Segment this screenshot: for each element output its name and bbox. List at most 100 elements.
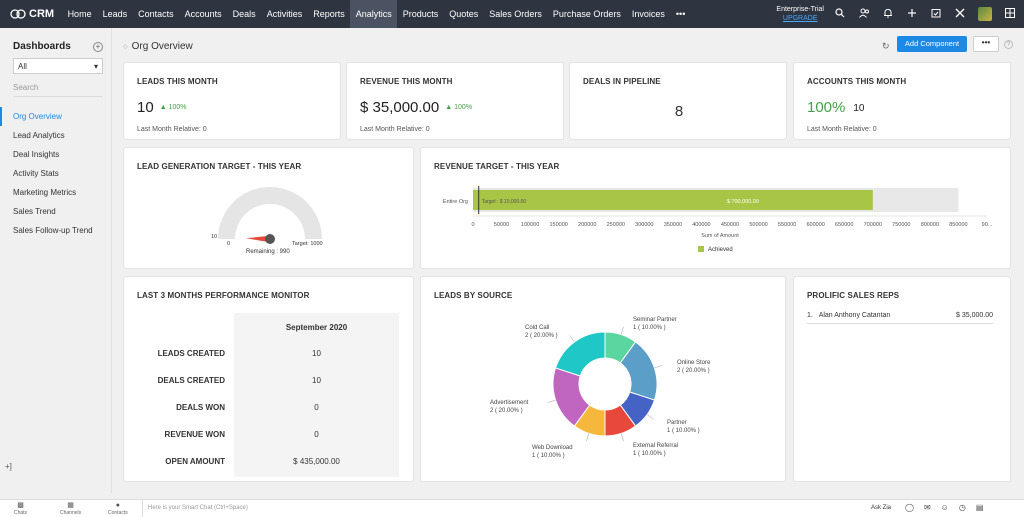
category-label: Entire Org — [443, 199, 468, 205]
contact-icon: ● — [115, 502, 120, 509]
slice-label: Online Store 2 ( 20.00% ) — [677, 359, 710, 375]
add-dashboard-icon[interactable]: + — [93, 41, 103, 52]
trend-up-icon: ▲ — [159, 104, 167, 111]
dashboard-list: Org Overview Lead Analytics Deal Insights A… — [0, 107, 111, 240]
nav-item-contacts[interactable]: Contacts — [133, 0, 180, 28]
trial-badge[interactable]: Enterprise-Trial UPGRADE — [776, 5, 824, 23]
nav-item-reports[interactable]: Reports — [308, 0, 351, 28]
bell-icon[interactable] — [882, 8, 894, 21]
sidebar-item-org-overview[interactable]: Org Overview — [0, 107, 111, 126]
x-tick-label: 150000 — [549, 222, 567, 228]
slice-leader-line — [620, 433, 624, 442]
calendar-check-icon[interactable] — [930, 8, 942, 21]
dashboard-filter-select[interactable]: All ▾ — [13, 58, 103, 74]
nav-item-activities[interactable]: Activities — [261, 0, 308, 28]
rep-name: Alan Anthony Catantan — [818, 312, 891, 319]
nav-item-deals[interactable]: Deals — [227, 0, 261, 28]
lead-gauge: 10 0 Target: 1000 Remaining : 990 — [211, 187, 323, 255]
add-component-button[interactable]: Add Component — [897, 36, 967, 52]
apps-grid-icon[interactable] — [1004, 7, 1016, 21]
nav-item-analytics[interactable]: Analytics — [350, 0, 398, 28]
performance-monitor-card[interactable]: LAST 3 MONTHS PERFORMANCE MONITOR Septem… — [123, 276, 414, 482]
nav-item-products[interactable]: Products — [397, 0, 444, 28]
crm-logo-icon — [10, 9, 26, 19]
chevron-down-icon: ▾ — [93, 62, 98, 71]
dashboard-filter-value: All — [18, 62, 27, 71]
kpi-value: 10 — [137, 99, 154, 116]
nav-item-more[interactable]: ••• — [670, 0, 690, 28]
x-tick-label: 90... — [982, 222, 993, 228]
mail-icon[interactable]: ✉ — [924, 503, 931, 512]
sidebar-item-deal-insights[interactable]: Deal Insights — [0, 145, 111, 164]
contacts-button[interactable]: ● Contacts — [108, 502, 128, 516]
kpi-relative: Last Month Relative: 0 — [137, 126, 207, 133]
gamepad-icon[interactable]: ◯ — [905, 503, 914, 512]
search-icon[interactable] — [834, 7, 846, 21]
nav-item-sales-orders[interactable]: Sales Orders — [484, 0, 548, 28]
slice-label: Advertisement 2 ( 20.00% ) — [490, 399, 528, 415]
nav-item-invoices[interactable]: Invoices — [626, 0, 670, 28]
x-tick-label: 700000 — [864, 222, 882, 228]
metric-label: DEALS CREATED — [157, 376, 225, 385]
expand-sidebar-icon[interactable]: +] — [5, 462, 12, 471]
sidebar-item-sales-trend[interactable]: Sales Trend — [0, 202, 111, 221]
metric-label: OPEN AMOUNT — [165, 457, 225, 466]
kpi-card-accounts[interactable]: ACCOUNTS THIS MONTH 100% 10 Last Month Re… — [793, 62, 1011, 140]
slice-label: Seminar Partner 1 ( 10.00% ) — [633, 316, 677, 332]
nav-item-home[interactable]: Home — [62, 0, 97, 28]
x-tick-label: 500000 — [749, 222, 767, 228]
rep-row[interactable]: 1. Alan Anthony Catantan $ 35,000.00 — [807, 312, 993, 324]
notes-icon[interactable]: ▤ — [976, 503, 984, 512]
people-icon[interactable] — [858, 8, 870, 21]
nav-item-leads[interactable]: Leads — [97, 0, 133, 28]
ask-zia-button[interactable]: Ask Zia — [871, 505, 891, 511]
user-avatar[interactable] — [978, 7, 992, 21]
sales-reps-card[interactable]: PROLIFIC SALES REPS 1. Alan Anthony Cata… — [793, 276, 1011, 482]
slice-name: Advertisement — [490, 400, 529, 406]
revenue-target-card[interactable]: REVENUE TARGET - THIS YEAR Entire Org Tar… — [420, 147, 1011, 269]
help-icon[interactable]: ? — [1004, 40, 1013, 49]
kpi-card-deals[interactable]: DEALS IN PIPELINE 8 — [569, 62, 787, 140]
kpi-card-revenue[interactable]: REVENUE THIS MONTH $ 35,000.00 ▲ 100% Las… — [346, 62, 564, 140]
chats-label: Chats — [14, 510, 28, 516]
bottom-bar: ▩ Chats ▦ Channels ● Contacts Here is your … — [0, 499, 1024, 517]
sidebar-item-marketing-metrics[interactable]: Marketing Metrics — [0, 183, 111, 202]
slice-leader-line — [646, 414, 654, 420]
more-options-button[interactable]: ••• — [973, 36, 999, 52]
nav-item-purchase-orders[interactable]: Purchase Orders — [547, 0, 626, 28]
chat-icon: ▩ — [17, 502, 24, 509]
tools-icon[interactable] — [954, 8, 966, 21]
x-tick-label: 650000 — [835, 222, 853, 228]
metric-value: $ 435,000.00 — [293, 457, 340, 466]
slice-leader-line — [586, 433, 590, 442]
leads-by-source-card[interactable]: LEADS BY SOURCE Seminar Partner 1 ( 10.00… — [420, 276, 786, 482]
sidebar-item-activity-stats[interactable]: Activity Stats — [0, 164, 111, 183]
plus-icon[interactable] — [906, 8, 918, 21]
slice-name: External Referral — [633, 443, 679, 449]
people-icon[interactable]: ☺ — [941, 503, 949, 512]
dashboard-search-input[interactable]: Search — [13, 83, 103, 97]
channels-button[interactable]: ▦ Channels — [60, 502, 81, 516]
nav-item-quotes[interactable]: Quotes — [444, 0, 484, 28]
metric-value: 10 — [312, 376, 321, 385]
sidebar-item-lead-analytics[interactable]: Lead Analytics — [0, 126, 111, 145]
chats-button[interactable]: ▩ Chats — [14, 502, 27, 516]
sidebar-item-sales-follow-up-trend[interactable]: Sales Follow-up Trend — [0, 221, 111, 240]
slice-value: 1 ( 10.00% ) — [532, 453, 565, 459]
metric-label: DEALS WON — [176, 403, 225, 412]
nav-item-accounts[interactable]: Accounts — [179, 0, 227, 28]
upgrade-link[interactable]: UPGRADE — [776, 14, 824, 23]
donut-slice-cold-call[interactable] — [554, 331, 606, 377]
x-tick-label: 850000 — [949, 222, 967, 228]
kpi-card-leads[interactable]: LEADS THIS MONTH 10 ▲ 100% Last Month Rel… — [123, 62, 341, 140]
smart-chat-input[interactable]: Here is your Smart Chat (Ctrl+Space) — [142, 500, 862, 517]
legend-label: Achieved — [708, 247, 733, 253]
slice-value: 1 ( 10.00% ) — [633, 325, 666, 331]
sidebar-title: Dashboards — [13, 41, 71, 52]
clock-icon[interactable]: ◷ — [959, 503, 966, 512]
x-tick-label: 450000 — [721, 222, 739, 228]
slice-name: Partner — [667, 420, 687, 426]
refresh-icon[interactable]: ↻ — [882, 41, 890, 52]
crm-logo[interactable]: CRM — [0, 8, 62, 20]
lead-target-card[interactable]: LEAD GENERATION TARGET - THIS YEAR 10 0 … — [123, 147, 414, 269]
